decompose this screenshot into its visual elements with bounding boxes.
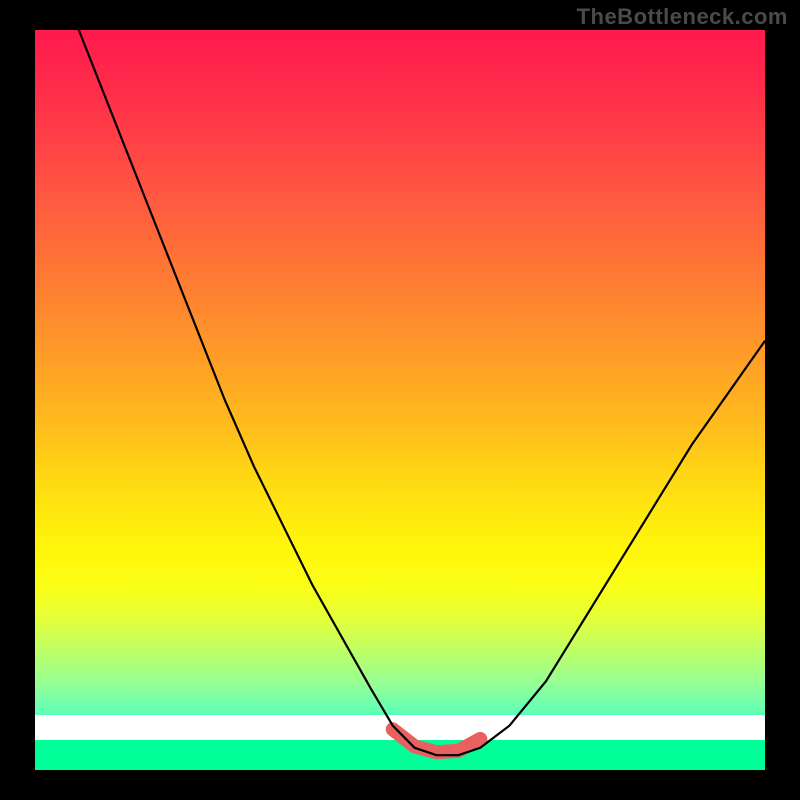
bottleneck-curve-line	[79, 30, 765, 755]
curve-overlay	[35, 30, 765, 770]
attribution-text: TheBottleneck.com	[577, 4, 788, 30]
chart-plot-area	[35, 30, 765, 770]
optimal-region-highlight	[393, 729, 481, 752]
